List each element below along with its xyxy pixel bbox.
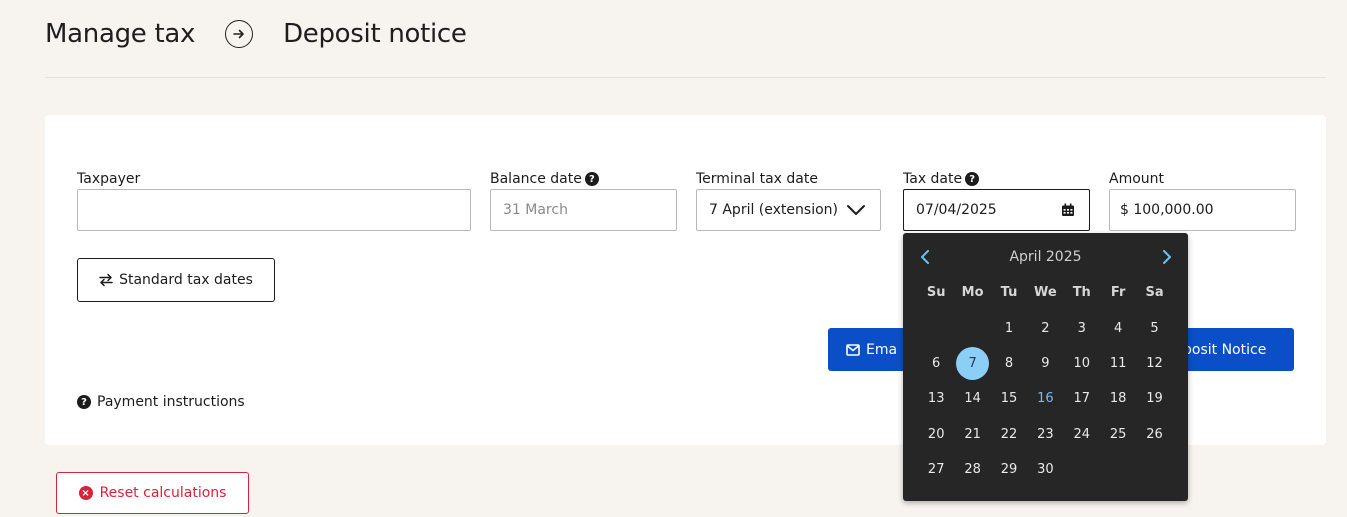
calendar-icon[interactable] [1061, 203, 1075, 217]
deposit-notice-button[interactable]: posit Notice [1175, 328, 1294, 371]
calendar-day[interactable]: 6 [918, 346, 954, 381]
chevron-right-icon [1163, 250, 1171, 264]
help-icon: ? [77, 395, 91, 409]
weekday-header: Su [926, 285, 946, 301]
weekday-header: Sa [1145, 285, 1164, 301]
calendar-day[interactable]: 7 [954, 346, 990, 381]
calendar-day[interactable]: 2 [1027, 310, 1063, 345]
calendar-day[interactable]: 27 [918, 452, 954, 487]
calendar-grid: Su Mo Tu We Th Fr Sa 1 2 3 4 5 6 7 8 9 10 11 12 13 14 15 16 17 1… [918, 275, 1173, 487]
balance-date-label: Balance date ? [490, 171, 599, 187]
amount-label: Amount [1109, 171, 1165, 187]
calendar-day[interactable]: 8 [991, 346, 1027, 381]
calendar-day[interactable]: 28 [954, 452, 990, 487]
header-divider [45, 77, 1326, 78]
calendar-blank [954, 310, 990, 345]
breadcrumb: Manage tax Deposit notice [45, 16, 467, 52]
calendar-day[interactable]: 22 [991, 417, 1027, 452]
swap-arrows-icon [99, 273, 113, 287]
calendar-day[interactable]: 20 [918, 417, 954, 452]
close-circle-icon: × [78, 486, 93, 500]
calendar-day[interactable]: 3 [1064, 310, 1100, 345]
weekday-header: Tu [1000, 285, 1018, 301]
terminal-tax-date-select[interactable]: 7 April (extension) [696, 189, 881, 231]
payment-instructions-link[interactable]: ? Payment instructions [77, 394, 245, 410]
calendar-day[interactable]: 15 [991, 381, 1027, 416]
calendar-day[interactable]: 26 [1136, 417, 1172, 452]
page-title: Deposit notice [283, 19, 467, 49]
calendar-day[interactable]: 16 [1027, 381, 1063, 416]
weekday-header: We [1034, 285, 1057, 301]
amount-input[interactable]: $ 100,000.00 [1109, 189, 1296, 231]
breadcrumb-manage-tax[interactable]: Manage tax [45, 19, 195, 49]
tax-date-label: Tax date ? [903, 171, 980, 187]
tax-date-input[interactable]: 07/04/2025 [903, 189, 1090, 231]
calendar-day[interactable]: 12 [1136, 346, 1172, 381]
calendar-day[interactable]: 13 [918, 381, 954, 416]
calendar-day[interactable]: 17 [1064, 381, 1100, 416]
calendar-day[interactable]: 5 [1136, 310, 1172, 345]
calendar-day[interactable]: 18 [1100, 381, 1136, 416]
weekday-header: Mo [961, 285, 984, 301]
calendar-month-label: April 2025 [1009, 249, 1082, 265]
calendar-day[interactable]: 4 [1100, 310, 1136, 345]
date-picker: April 2025 Su Mo Tu We Th Fr Sa 1 2 3 4 5 6 7 8 9 10 11 12… [903, 233, 1188, 501]
calendar-day[interactable]: 29 [991, 452, 1027, 487]
standard-tax-dates-button[interactable]: Standard tax dates [77, 258, 275, 302]
calendar-day[interactable]: 14 [954, 381, 990, 416]
calendar-day[interactable]: 11 [1100, 346, 1136, 381]
calendar-day[interactable]: 21 [954, 417, 990, 452]
calendar-day[interactable]: 19 [1136, 381, 1172, 416]
chevron-down-icon [847, 205, 865, 215]
arrow-right-circle-icon [225, 20, 254, 48]
calendar-day[interactable]: 23 [1027, 417, 1063, 452]
calendar-blank [918, 310, 954, 345]
taxpayer-label: Taxpayer [77, 171, 141, 187]
weekday-header: Fr [1110, 285, 1126, 301]
envelope-icon [846, 343, 860, 356]
help-icon[interactable]: ? [965, 172, 980, 186]
balance-date-field: 31 March [490, 189, 677, 231]
calendar-day[interactable]: 30 [1027, 452, 1063, 487]
reset-calculations-button[interactable]: × Reset calculations [56, 472, 249, 514]
next-month-button[interactable] [1157, 247, 1177, 267]
calendar-day[interactable]: 10 [1064, 346, 1100, 381]
calendar-day[interactable]: 1 [991, 310, 1027, 345]
taxpayer-input[interactable] [77, 189, 471, 231]
help-icon[interactable]: ? [584, 172, 599, 186]
calendar-day[interactable]: 9 [1027, 346, 1063, 381]
calendar-day[interactable]: 25 [1100, 417, 1136, 452]
weekday-header: Th [1072, 285, 1091, 301]
terminal-tax-date-label: Terminal tax date [696, 171, 818, 187]
calendar-day[interactable]: 24 [1064, 417, 1100, 452]
